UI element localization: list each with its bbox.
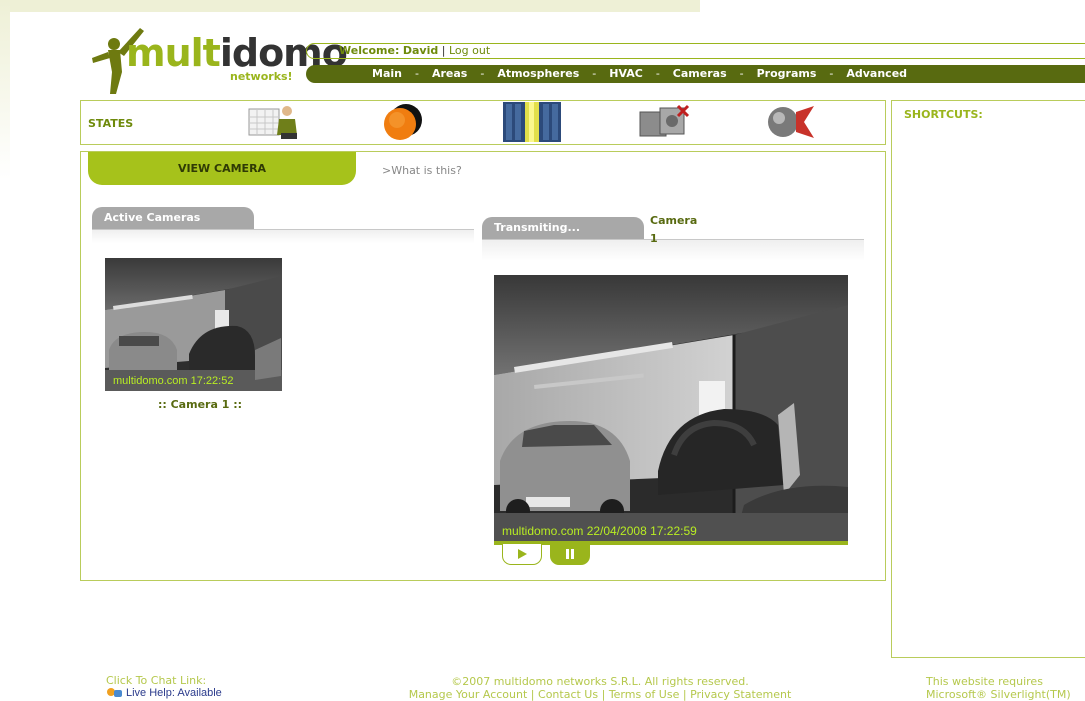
nav-item-atmospheres[interactable]: Atmospheres xyxy=(497,67,579,80)
silverlight-notice: This website requires Microsoft® Silverl… xyxy=(926,675,1071,701)
states-label: STATES xyxy=(88,117,134,130)
shortcuts-panel xyxy=(891,100,1085,658)
footer-links: Manage Your Account | Contact Us | Terms… xyxy=(330,688,870,701)
pause-button[interactable] xyxy=(550,543,590,565)
what-is-this-link[interactable]: >What is this? xyxy=(382,164,462,177)
nav-separator: - xyxy=(829,67,834,80)
live-help-chat-icon xyxy=(107,688,122,697)
view-camera-tab[interactable]: VIEW CAMERA xyxy=(88,152,356,185)
garage-scene-thumbnail-image xyxy=(105,258,282,391)
sun-moon-icon[interactable] xyxy=(380,102,426,142)
nav-item-main[interactable]: Main xyxy=(372,67,402,80)
footer-link-separator: | xyxy=(530,688,535,701)
footer-center: ©2007 multidomo networks S.R.L. All righ… xyxy=(330,675,870,701)
nav-separator: - xyxy=(739,67,744,80)
shortcuts-label: SHORTCUTS: xyxy=(904,108,983,121)
welcome-label: Welcome: xyxy=(339,44,400,57)
camera-1-thumbnail[interactable]: multidomo.com 17:22:52 xyxy=(105,258,282,391)
live-help-status: Live Help: Available xyxy=(126,687,222,699)
nav-separator: - xyxy=(592,67,597,80)
thumbnail-timestamp: multidomo.com 17:22:52 xyxy=(113,375,234,387)
pause-icon xyxy=(566,549,574,559)
silverlight-notice-line1: This website requires xyxy=(926,675,1043,688)
footer-link-terms[interactable]: Terms of Use xyxy=(609,688,680,701)
live-timestamp: multidomo.com 22/04/2008 17:22:59 xyxy=(502,524,697,538)
footer-link-privacy[interactable]: Privacy Statement xyxy=(690,688,791,701)
silverlight-notice-line2: Microsoft® Silverlight(TM) xyxy=(926,688,1071,701)
logout-link[interactable]: Log out xyxy=(449,44,490,57)
projector-icon[interactable] xyxy=(638,104,690,140)
footer-link-separator: | xyxy=(601,688,606,701)
nav-item-hvac[interactable]: HVAC xyxy=(609,67,643,80)
footer-link-separator: | xyxy=(682,688,687,701)
transmitting-tab: Transmiting... xyxy=(482,217,644,239)
camera-title-line2: 1 xyxy=(650,232,658,245)
nav-separator: - xyxy=(480,67,485,80)
main-nav: Main - Areas - Atmospheres - HVAC - Cameras - Prog… xyxy=(306,65,1085,83)
nav-item-advanced[interactable]: Advanced xyxy=(846,67,907,80)
live-help-link[interactable]: Live Help: Available xyxy=(106,687,222,699)
nav-item-programs[interactable]: Programs xyxy=(757,67,817,80)
welcome-separator: | xyxy=(441,44,446,57)
calendar-person-icon[interactable] xyxy=(247,103,303,141)
footer-link-contact-us[interactable]: Contact Us xyxy=(538,688,598,701)
camera-1-caption[interactable]: :: Camera 1 :: xyxy=(105,398,295,411)
active-cameras-divider xyxy=(92,229,474,243)
blinds-icon[interactable] xyxy=(503,102,561,142)
camera-title: Camera 1 xyxy=(650,212,710,248)
logo-subtitle: networks! xyxy=(230,70,293,83)
play-icon xyxy=(518,549,527,559)
camera-globe-icon[interactable] xyxy=(766,104,816,140)
background-tint xyxy=(0,0,700,12)
chat-link-label: Click To Chat Link: xyxy=(106,674,207,687)
user-name: David xyxy=(402,44,439,57)
nav-item-areas[interactable]: Areas xyxy=(432,67,467,80)
camera-title-line1: Camera xyxy=(650,214,698,227)
nav-item-cameras[interactable]: Cameras xyxy=(673,67,727,80)
copyright-text: ©2007 multidomo networks S.R.L. All righ… xyxy=(451,675,749,688)
live-view-bar xyxy=(494,541,848,545)
logo-part1: mult xyxy=(126,31,221,75)
active-cameras-tab[interactable]: Active Cameras xyxy=(92,207,254,229)
garage-scene-live-image xyxy=(494,275,848,542)
welcome-bar: Welcome: David | Log out xyxy=(306,43,1085,59)
play-button[interactable] xyxy=(502,543,542,565)
background-tint-left xyxy=(0,0,10,180)
footer-link-manage-account[interactable]: Manage Your Account xyxy=(409,688,528,701)
camera-live-view: multidomo.com 22/04/2008 17:22:59 xyxy=(494,275,848,542)
nav-separator: - xyxy=(414,67,419,80)
nav-separator: - xyxy=(655,67,660,80)
